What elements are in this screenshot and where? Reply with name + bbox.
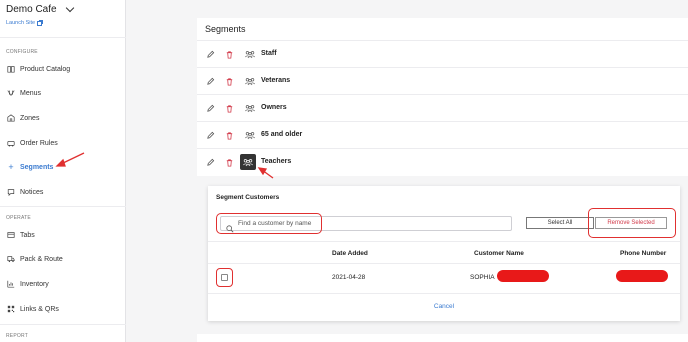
sidebar-item-label: Segments — [20, 163, 54, 171]
sidebar-item-inventory[interactable]: Inventory — [7, 278, 49, 290]
select-all-button[interactable]: Select All — [526, 217, 594, 229]
sidebar-item-order-rules[interactable]: Order Rules — [7, 137, 58, 149]
segment-name: Owners — [261, 104, 287, 111]
section-label-operate: OPERATE — [6, 215, 31, 221]
sidebar-divider — [0, 206, 126, 207]
book-icon — [7, 65, 15, 73]
trash-icon[interactable] — [224, 49, 234, 59]
sidebar-item-product-catalog[interactable]: Product Catalog — [7, 63, 70, 75]
customer-name-cell: SOPHIA — [470, 274, 495, 281]
segment-name: Veterans — [261, 77, 291, 84]
redaction-mark — [497, 270, 549, 282]
trash-icon[interactable] — [224, 76, 234, 86]
customers-table-header: Date Added Customer Name Phone Number — [208, 241, 680, 264]
sidebar-item-label: Pack & Route — [20, 255, 63, 263]
notice-icon — [7, 188, 15, 196]
sidebar-item-links-qrs[interactable]: Links & QRs — [7, 303, 59, 315]
sidebar-item-label: Tabs — [20, 231, 35, 239]
table-row[interactable]: 2021-04-28 SOPHIA — [208, 264, 680, 294]
redaction-mark — [616, 270, 668, 282]
brand-switcher[interactable]: Demo Cafe — [6, 3, 74, 15]
sidebar-item-segments[interactable]: + Segments — [7, 161, 53, 173]
sidebar-item-tabs[interactable]: Tabs — [7, 229, 35, 241]
sidebar-item-label: Product Catalog — [20, 65, 71, 73]
group-icon[interactable] — [243, 130, 257, 140]
segment-customers-panel: Segment Customers Select All Remove Sele… — [208, 186, 680, 321]
trash-icon[interactable] — [224, 157, 234, 167]
column-header-date-added: Date Added — [332, 250, 368, 257]
cancel-link[interactable]: Cancel — [208, 303, 680, 310]
qr-icon — [7, 305, 15, 313]
date-added-cell: 2021-04-28 — [332, 274, 366, 281]
customer-search-input[interactable] — [238, 218, 508, 229]
rules-icon — [7, 139, 15, 147]
sidebar-item-label: Order Rules — [20, 139, 58, 147]
zones-icon — [7, 114, 15, 122]
remove-selected-button[interactable]: Remove Selected — [595, 217, 667, 229]
group-icon[interactable] — [243, 49, 257, 59]
sidebar-item-menus[interactable]: Menus — [7, 87, 41, 99]
sidebar-item-label: Menus — [20, 89, 42, 97]
chevron-down-icon — [65, 3, 74, 13]
segments-panel: Segments Staff Veterans Owners 65 and ol… — [197, 18, 688, 176]
pencil-icon[interactable] — [205, 130, 215, 140]
section-label-configure: CONFIGURE — [6, 49, 38, 55]
group-icon[interactable] — [243, 76, 257, 86]
sidebar-item-label: Notices — [20, 188, 44, 196]
sidebar-item-label: Zones — [20, 114, 40, 122]
trash-icon[interactable] — [224, 130, 234, 140]
tabs-icon — [7, 231, 15, 239]
sidebar-item-label: Links & QRs — [20, 305, 59, 313]
cancel-label: Cancel — [433, 303, 455, 310]
sidebar-item-pack-route[interactable]: Pack & Route — [7, 253, 63, 265]
sidebar-item-zones[interactable]: Zones — [7, 112, 39, 124]
group-icon[interactable] — [243, 103, 257, 113]
menu-icon — [7, 89, 15, 97]
launch-site-label: Launch Site — [6, 20, 36, 26]
sidebar-item-label: Inventory — [20, 280, 49, 288]
inventory-icon — [7, 280, 15, 288]
customer-search-box — [220, 216, 512, 233]
external-link-icon — [37, 19, 44, 26]
sidebar-divider — [0, 37, 126, 38]
trash-icon[interactable] — [224, 103, 234, 113]
search-icon — [226, 220, 234, 233]
segment-row: Teachers — [197, 148, 688, 175]
next-panel-edge — [197, 334, 688, 342]
group-icon[interactable] — [240, 154, 256, 170]
column-header-customer-name: Customer Name — [474, 250, 524, 257]
segment-name: Staff — [261, 50, 277, 57]
page-title: Segments — [205, 24, 246, 34]
route-icon — [7, 255, 15, 263]
pencil-icon[interactable] — [205, 157, 215, 167]
sidebar-item-notices[interactable]: Notices — [7, 186, 43, 198]
segment-customers-title: Segment Customers — [216, 194, 280, 201]
pencil-icon[interactable] — [205, 76, 215, 86]
segment-name: 65 and older — [261, 131, 303, 138]
segment-name: Teachers — [261, 158, 292, 165]
sidebar: Demo Cafe Launch Site CONFIGURE Product … — [0, 0, 126, 342]
brand-name: Demo Cafe — [6, 4, 57, 15]
segment-row: Staff — [197, 40, 688, 67]
row-checkbox[interactable] — [221, 274, 228, 281]
sidebar-divider — [0, 324, 126, 325]
launch-site-link[interactable]: Launch Site — [6, 19, 44, 26]
pencil-icon[interactable] — [205, 103, 215, 113]
segment-row: Veterans — [197, 67, 688, 94]
section-label-report: REPORT — [6, 333, 28, 339]
segment-row: Owners — [197, 94, 688, 121]
pencil-icon[interactable] — [205, 49, 215, 59]
segment-row: 65 and older — [197, 121, 688, 148]
column-header-phone-number: Phone Number — [620, 250, 667, 257]
plus-icon: + — [8, 162, 14, 172]
